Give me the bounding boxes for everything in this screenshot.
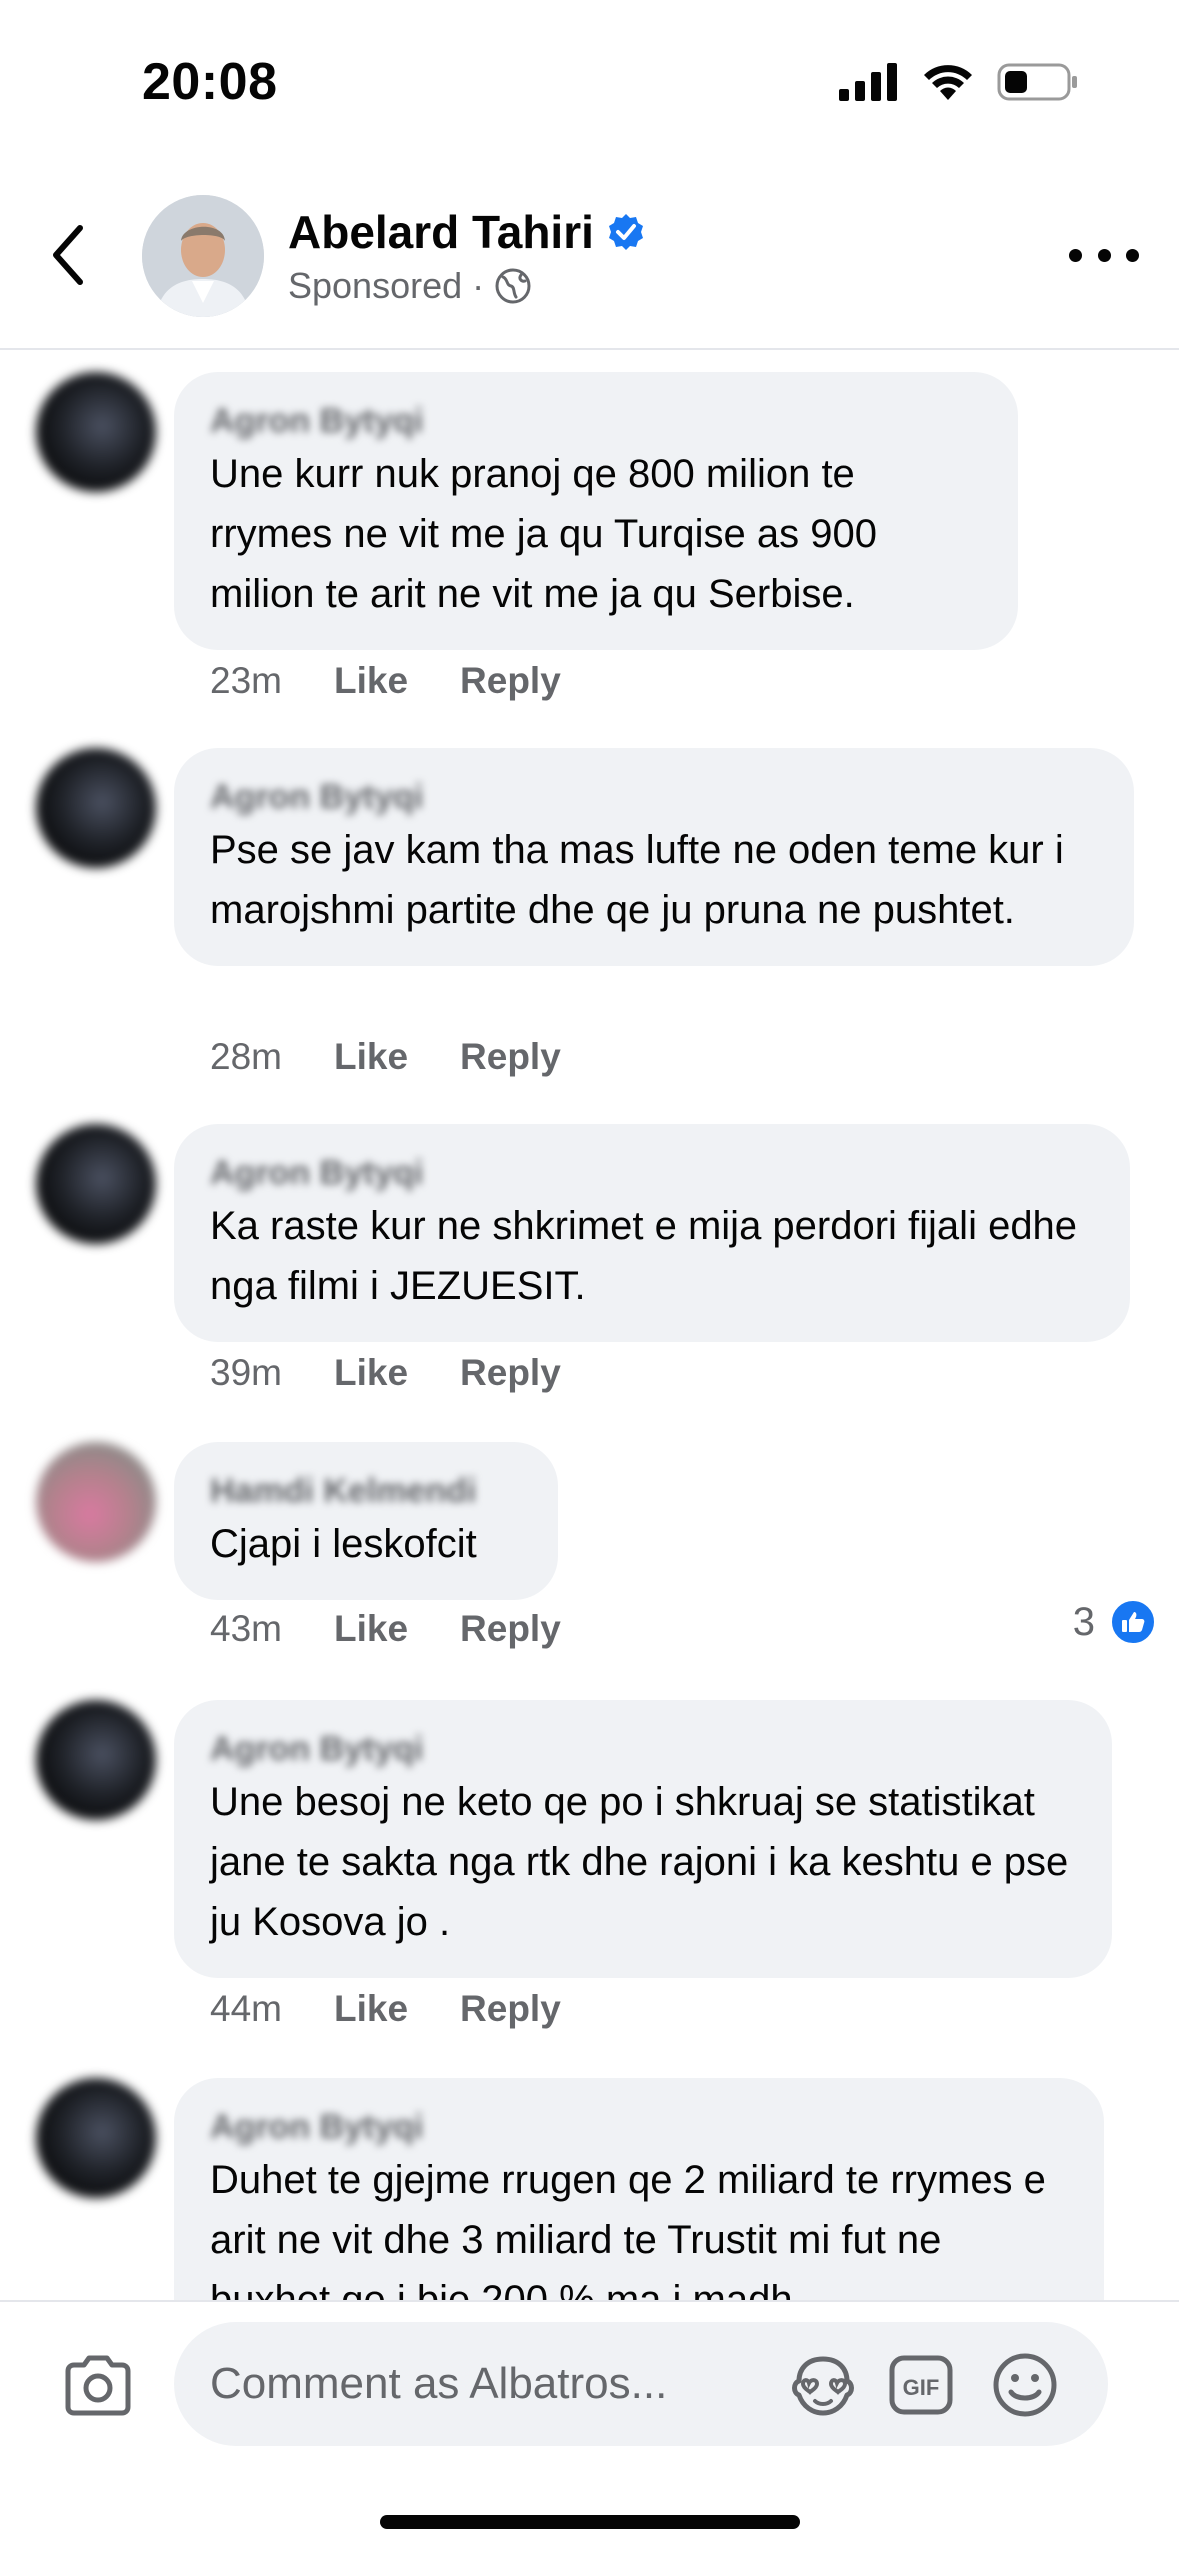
comment-box[interactable]: GIF	[174, 2322, 1108, 2446]
camera-icon	[65, 2355, 131, 2416]
comment-actions: 44m Like Reply	[210, 1988, 561, 2030]
gif-icon: GIF	[889, 2355, 953, 2415]
chevron-left-icon	[53, 225, 83, 285]
comment-avatar[interactable]	[36, 1442, 156, 1562]
reply-button[interactable]: Reply	[460, 660, 561, 702]
comment-composer: GIF	[0, 2300, 1179, 2470]
svg-text:GIF: GIF	[903, 2375, 940, 2400]
comment-avatar[interactable]	[36, 1700, 156, 1820]
comment-actions: 23m Like Reply	[210, 660, 561, 702]
thumbs-up-icon	[1109, 1598, 1157, 1646]
back-button[interactable]	[38, 215, 98, 295]
like-button[interactable]: Like	[334, 1036, 408, 1078]
comment-bubble[interactable]: Agron Bytyqi Une kurr nuk pranoj qe 800 …	[174, 372, 1018, 650]
comment-avatar[interactable]	[36, 1124, 156, 1244]
comment-text: Ka raste kur ne shkrimet e mija perdori …	[210, 1204, 1078, 1308]
comment-text: Cjapi i leskofcit	[210, 1522, 477, 1566]
camera-button[interactable]	[58, 2346, 138, 2426]
comment-time: 23m	[210, 660, 282, 701]
comment-bubble[interactable]: Agron Bytyqi Duhet te gjejme rrugen qe 2…	[174, 2078, 1104, 2300]
emoji-button[interactable]	[990, 2350, 1060, 2420]
wifi-icon	[924, 65, 972, 100]
verified-badge-icon	[608, 214, 643, 250]
globe-icon	[495, 268, 531, 304]
like-button[interactable]: Like	[334, 1988, 408, 2030]
reaction-summary[interactable]: 3	[1073, 1598, 1157, 1646]
more-dot	[1097, 248, 1111, 262]
more-dot	[1126, 248, 1139, 262]
comment-time: 39m	[210, 1352, 282, 1393]
comment-text: Une kurr nuk pranoj qe 800 milion te rry…	[210, 452, 877, 616]
more-horizontal-icon	[1069, 248, 1082, 262]
comment-author[interactable]: Agron Bytyqi	[210, 1152, 1094, 1194]
page-avatar[interactable]	[142, 195, 264, 317]
reaction-count: 3	[1072, 1599, 1095, 1644]
like-button[interactable]: Like	[334, 660, 408, 702]
comment-actions: 39m Like Reply	[210, 1352, 561, 1394]
comment-actions: 43m Like Reply	[210, 1608, 561, 1650]
smiley-icon	[993, 2353, 1057, 2417]
comment-author[interactable]: Hamdi Kelmendi	[210, 1470, 522, 1512]
comment-text: Duhet te gjejme rrugen qe 2 miliard te r…	[210, 2158, 1046, 2300]
like-button[interactable]: Like	[334, 1352, 408, 1394]
comment-time: 28m	[210, 1036, 282, 1077]
reply-button[interactable]: Reply	[460, 1036, 561, 1078]
post-header: Abelard Tahiri Sponsored ·	[0, 175, 1179, 350]
comment-author[interactable]: Agron Bytyqi	[210, 400, 982, 442]
avatar-sticker-icon	[792, 2356, 854, 2416]
comment-time: 44m	[210, 1988, 282, 2029]
sponsored-label: Sponsored	[288, 265, 463, 306]
reply-button[interactable]: Reply	[460, 1988, 561, 2030]
comment-bubble[interactable]: Agron Bytyqi Une besoj ne keto qe po i s…	[174, 1700, 1112, 1978]
separator-dot: ·	[472, 265, 485, 306]
comment-avatar[interactable]	[36, 748, 156, 868]
comment-author[interactable]: Agron Bytyqi	[210, 1728, 1076, 1770]
reply-button[interactable]: Reply	[460, 1608, 561, 1650]
comment-time: 43m	[210, 1608, 282, 1649]
gif-button[interactable]: GIF	[886, 2350, 956, 2420]
comment-bubble[interactable]: Agron Bytyqi Ka raste kur ne shkrimet e …	[174, 1124, 1130, 1342]
more-options-button[interactable]	[1069, 235, 1139, 275]
comment-text: Une besoj ne keto qe po i shkruaj se sta…	[210, 1780, 1069, 1944]
page-name[interactable]: Abelard Tahiri	[288, 205, 594, 259]
comment-author[interactable]: Agron Bytyqi	[210, 776, 1098, 818]
comment-input[interactable]	[210, 2352, 730, 2416]
comment-author[interactable]: Agron Bytyqi	[210, 2106, 1068, 2148]
like-button[interactable]: Like	[334, 1608, 408, 1650]
signal-icon	[839, 63, 897, 101]
home-indicator[interactable]	[380, 2515, 800, 2529]
comment-actions: 28m Like Reply	[210, 1036, 561, 1078]
comment-text: Pse se jav kam tha mas lufte ne oden tem…	[210, 828, 1064, 932]
page-name-row: Abelard Tahiri	[288, 205, 646, 259]
status-time: 20:08	[142, 53, 278, 111]
status-icons	[839, 62, 1079, 102]
reply-button[interactable]: Reply	[460, 1352, 561, 1394]
profile-photo	[142, 195, 264, 317]
comment-bubble[interactable]: Agron Bytyqi Pse se jav kam tha mas luft…	[174, 748, 1134, 966]
status-bar: 20:08	[0, 0, 1179, 170]
comment-avatar[interactable]	[36, 372, 156, 492]
avatar-sticker-button[interactable]	[788, 2350, 858, 2420]
comment-bubble[interactable]: Hamdi Kelmendi Cjapi i leskofcit	[174, 1442, 558, 1600]
sponsored-row: Sponsored ·	[288, 265, 532, 307]
comments-list: Agron Bytyqi Une kurr nuk pranoj qe 800 …	[0, 352, 1179, 2300]
battery-icon	[997, 63, 1077, 101]
comment-avatar[interactable]	[36, 2078, 156, 2198]
